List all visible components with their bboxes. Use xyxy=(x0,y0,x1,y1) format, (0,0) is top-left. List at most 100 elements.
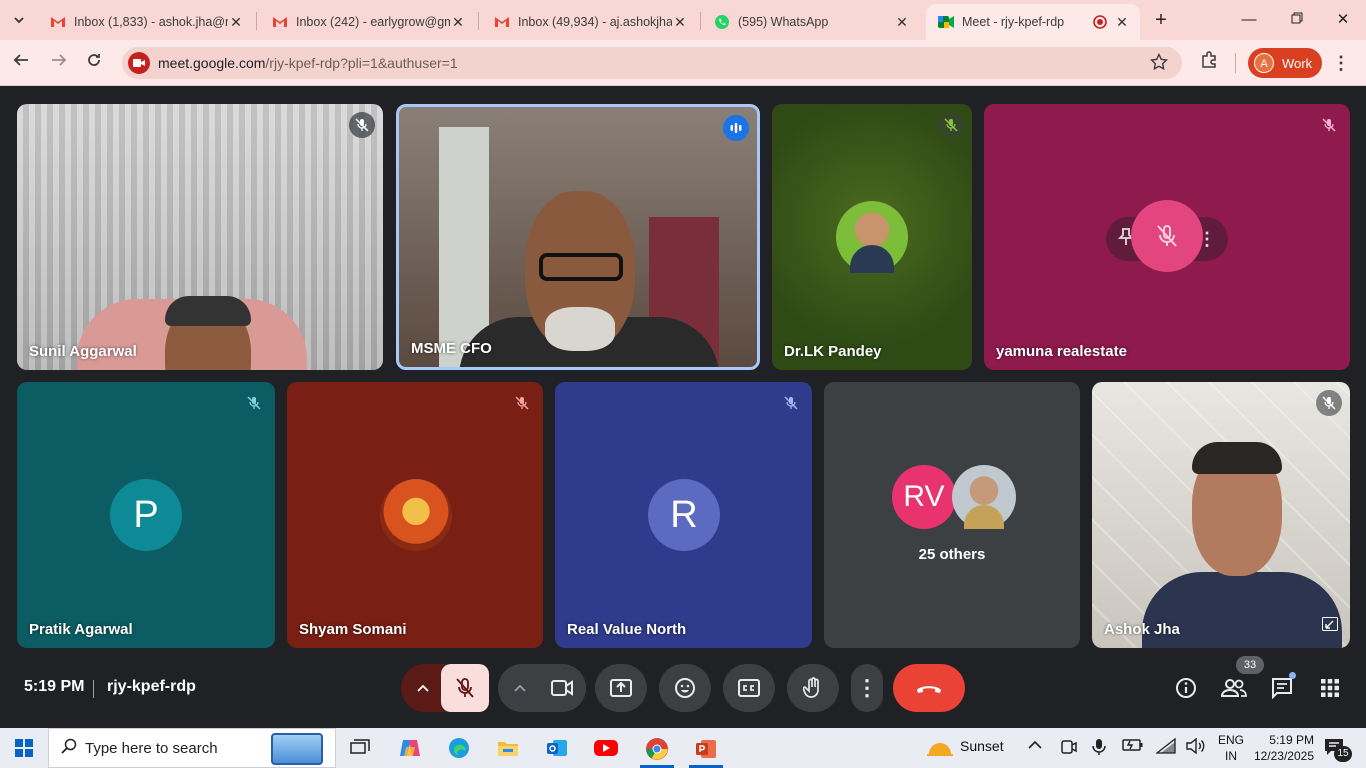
close-tab-icon[interactable]: ✕ xyxy=(894,14,910,30)
avatar: R xyxy=(648,479,720,551)
toolbar-separator xyxy=(1235,53,1236,73)
close-tab-icon[interactable]: ✕ xyxy=(1114,14,1130,30)
tab-search-chevron-icon[interactable] xyxy=(6,7,32,33)
chat-icon[interactable] xyxy=(1266,672,1298,704)
participant-tile[interactable]: R Real Value North xyxy=(555,382,812,648)
profile-photo xyxy=(380,479,452,551)
participant-tile[interactable]: Dr.LK Pandey xyxy=(772,104,972,370)
close-window-icon[interactable]: ✕ xyxy=(1330,8,1356,32)
bookmark-star-icon[interactable] xyxy=(1149,52,1169,76)
url-text: meet.google.com/rjy-kpef-rdp?pli=1&authu… xyxy=(158,55,458,71)
meeting-details-icon[interactable] xyxy=(1170,672,1202,704)
taskbar-search-box[interactable]: Type here to search xyxy=(48,728,336,768)
participant-tile-speaking[interactable]: MSME CFO xyxy=(396,104,760,370)
file-explorer-icon[interactable] xyxy=(492,732,524,764)
chrome-taskbar-icon[interactable] xyxy=(640,732,674,768)
site-camera-icon[interactable] xyxy=(128,52,150,74)
participant-tile[interactable]: P Pratik Agarwal xyxy=(17,382,275,648)
mute-participant-button[interactable] xyxy=(1131,200,1203,272)
mic-options-chevron-icon[interactable] xyxy=(401,664,445,712)
activities-grid-icon[interactable] xyxy=(1314,672,1346,704)
search-icon xyxy=(61,738,77,759)
tab-gmail-1[interactable]: Inbox (1,833) - ashok.jha@re ✕ xyxy=(38,4,254,40)
mic-control-group xyxy=(401,664,489,712)
chrome-menu-icon[interactable]: ⋮ xyxy=(1328,50,1354,76)
meet-present-tray-icon[interactable] xyxy=(1060,738,1078,759)
participant-tile-self[interactable]: Ashok Jha xyxy=(1092,382,1350,648)
profile-photo xyxy=(836,201,908,273)
photo-shirt xyxy=(964,505,1004,529)
participant-name: Ashok Jha xyxy=(1104,621,1180,638)
present-screen-button[interactable] xyxy=(595,664,647,712)
camera-button[interactable] xyxy=(538,664,586,712)
unread-dot xyxy=(1289,672,1296,679)
participant-name: MSME CFO xyxy=(411,340,492,357)
microphone-off-button[interactable] xyxy=(441,664,489,712)
people-icon[interactable] xyxy=(1218,672,1250,704)
others-tile[interactable]: RV 25 others xyxy=(824,382,1080,648)
meeting-code: rjy-kpef-rdp xyxy=(107,678,196,695)
tab-strip: Inbox (1,833) - ashok.jha@re ✕ Inbox (24… xyxy=(0,0,1366,40)
extensions-icon[interactable] xyxy=(1196,50,1222,76)
new-tab-icon[interactable]: + xyxy=(1148,8,1174,32)
back-icon[interactable] xyxy=(8,50,34,76)
close-tab-icon[interactable]: ✕ xyxy=(450,14,466,30)
outlook-icon[interactable] xyxy=(541,732,573,764)
muted-mic-icon xyxy=(1316,390,1342,416)
leave-call-button[interactable] xyxy=(893,664,965,712)
address-bar[interactable]: meet.google.com/rjy-kpef-rdp?pli=1&authu… xyxy=(122,47,1182,79)
participant-tile[interactable]: Sunil Aggarwal xyxy=(17,104,383,370)
region-code: IN xyxy=(1225,749,1237,763)
tab-meet[interactable]: Meet - rjy-kpef-rdp ✕ xyxy=(926,4,1140,40)
participant-name: Shyam Somani xyxy=(299,621,407,638)
edge-browser-icon[interactable] xyxy=(443,732,475,764)
participant-name: Pratik Agarwal xyxy=(29,621,133,638)
close-tab-icon[interactable]: ✕ xyxy=(228,14,244,30)
language-code: ENG xyxy=(1218,733,1245,747)
camera-control-group xyxy=(498,664,586,712)
battery-icon[interactable] xyxy=(1122,738,1144,755)
youtube-icon[interactable] xyxy=(590,732,622,764)
forward-icon[interactable] xyxy=(46,50,72,76)
raise-hand-button[interactable] xyxy=(787,664,839,712)
volume-icon[interactable] xyxy=(1186,737,1206,757)
profile-label: Work xyxy=(1282,55,1313,71)
close-tab-icon[interactable]: ✕ xyxy=(672,14,688,30)
clock-date: 12/23/2025 xyxy=(1253,749,1314,763)
microphone-tray-icon[interactable] xyxy=(1092,738,1106,759)
show-hidden-icons-chevron[interactable] xyxy=(1028,738,1042,753)
wifi-icon[interactable] xyxy=(1155,737,1176,757)
tab-whatsapp[interactable]: (595) WhatsApp ✕ xyxy=(702,4,920,40)
tab-gmail-3[interactable]: Inbox (49,934) - aj.ashokjha@ ✕ xyxy=(482,4,698,40)
captions-button[interactable] xyxy=(723,664,775,712)
reload-icon[interactable] xyxy=(81,50,107,76)
person-hair xyxy=(165,296,251,326)
notification-center-icon[interactable]: 15 xyxy=(1324,738,1352,762)
profile-button[interactable]: A Work xyxy=(1248,48,1322,78)
gmail-icon xyxy=(50,14,66,30)
minimize-icon[interactable]: — xyxy=(1236,8,1262,32)
tab-title: (595) WhatsApp xyxy=(738,15,829,29)
more-options-button[interactable]: ⋮ xyxy=(851,664,883,712)
weather-label[interactable]: Sunset xyxy=(960,738,1004,754)
participant-name: Dr.LK Pandey xyxy=(784,343,882,360)
tab-gmail-2[interactable]: Inbox (242) - earlygrow@gm ✕ xyxy=(260,4,476,40)
task-view-icon[interactable] xyxy=(344,732,376,764)
windows-start-icon[interactable] xyxy=(8,732,40,764)
participant-tile-hovered[interactable]: ⋮ yamuna realestate xyxy=(984,104,1350,370)
language-indicator[interactable]: ENG IN xyxy=(1218,732,1244,764)
muted-mic-icon xyxy=(241,390,267,416)
tab-title: Inbox (242) - earlygrow@gm xyxy=(296,15,450,29)
participant-tile[interactable]: Shyam Somani xyxy=(287,382,543,648)
meeting-controls-bar: 5:19 PM rjy-kpef-rdp ⋮ 33 xyxy=(0,652,1366,728)
taskbar-clock[interactable]: 5:19 PM 12/23/2025 xyxy=(1252,732,1314,764)
participant-name: Real Value North xyxy=(567,621,687,638)
reactions-button[interactable] xyxy=(659,664,711,712)
powerpoint-icon[interactable] xyxy=(689,732,723,768)
restore-icon[interactable] xyxy=(1284,8,1310,32)
url-path: /rjy-kpef-rdp?pli=1&authuser=1 xyxy=(265,55,458,71)
camera-options-chevron-icon[interactable] xyxy=(498,664,542,712)
copilot-icon[interactable] xyxy=(394,732,426,764)
avatar: RV xyxy=(892,465,956,529)
picture-in-picture-icon[interactable] xyxy=(1322,617,1338,636)
